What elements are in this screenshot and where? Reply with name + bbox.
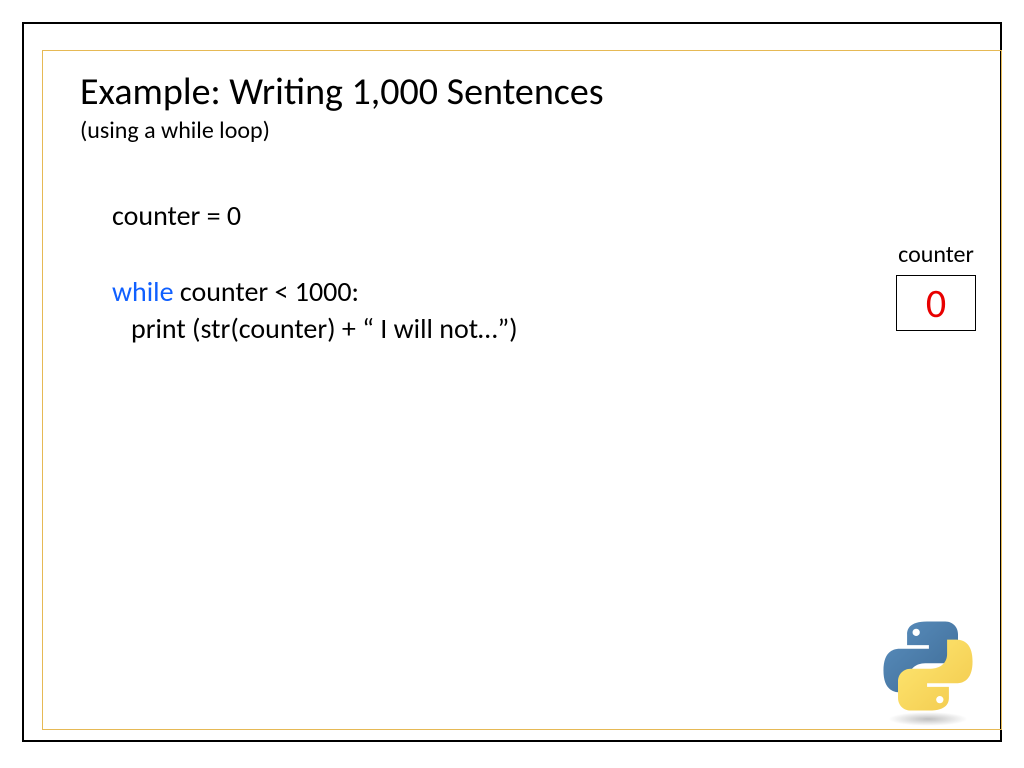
- counter-display: counter 0: [896, 240, 976, 331]
- code-block: counter = 0 while counter < 1000: print …: [80, 197, 944, 348]
- counter-label: counter: [896, 240, 976, 269]
- code-line-2-rest: counter < 1000:: [174, 274, 360, 309]
- python-logo-icon: [878, 616, 978, 726]
- logo-shadow: [888, 712, 968, 726]
- code-line-2: while counter < 1000:: [112, 273, 944, 311]
- counter-value: 0: [926, 279, 946, 328]
- counter-value-box: 0: [896, 275, 976, 331]
- slide-content: Example: Writing 1,000 Sentences (using …: [22, 22, 1002, 742]
- slide-subtitle: (using a while loop): [80, 116, 944, 145]
- keyword-while: while: [112, 274, 174, 309]
- slide-title: Example: Writing 1,000 Sentences: [80, 72, 944, 114]
- code-line-1: counter = 0: [112, 197, 944, 235]
- code-line-3: print (str(counter) + “ I will not…”): [112, 310, 944, 348]
